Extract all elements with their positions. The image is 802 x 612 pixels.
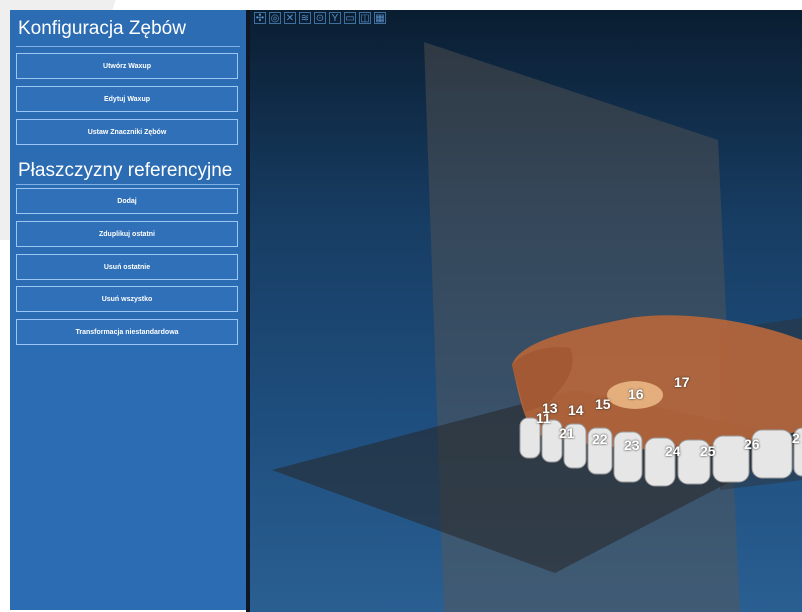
scene-render [272, 42, 802, 612]
tooth-label: 26 [744, 436, 760, 452]
section-separator [16, 184, 240, 185]
tooth-label: 21 [559, 425, 575, 441]
tooth-label: 24 [665, 443, 681, 459]
remove-last-plane-button[interactable]: Usuń ostatnie [16, 254, 238, 280]
panel-title: Konfiguracja Zębów [18, 18, 186, 39]
teeth-configuration-panel: Konfiguracja Zębów Utwórz Waxup Edytuj W… [10, 10, 246, 610]
reference-planes-title: Płaszczyzny referencyjne [18, 160, 233, 181]
custom-transformation-button[interactable]: Transformacja niestandardowa [16, 319, 238, 345]
tooth-label: 2 [792, 430, 800, 446]
add-plane-button[interactable]: Dodaj [16, 188, 238, 214]
tooth-label: 25 [700, 443, 716, 459]
create-waxup-button[interactable]: Utwórz Waxup [16, 53, 238, 79]
tooth-label: 15 [595, 396, 611, 412]
tooth-label: 14 [568, 402, 584, 418]
set-tooth-markers-button[interactable]: Ustaw Znaczniki Zębów [16, 119, 238, 145]
tooth-label: 22 [592, 431, 608, 447]
remove-all-planes-button[interactable]: Usuń wszystko [16, 286, 238, 312]
tooth-label: 17 [674, 374, 690, 390]
panel-separator [16, 46, 240, 47]
tooth-label: 13 [542, 400, 558, 416]
duplicate-last-plane-button[interactable]: Zduplikuj ostatni [16, 221, 238, 247]
tooth-label: 23 [624, 437, 640, 453]
edit-waxup-button[interactable]: Edytuj Waxup [16, 86, 238, 112]
tooth-label: 16 [628, 386, 644, 402]
3d-viewport[interactable]: ✣ ◎ ✕ ≋ ⊙ Y ▭ ◫ ▦ 11 13 14 15 16 17 21 2… [250, 10, 802, 612]
